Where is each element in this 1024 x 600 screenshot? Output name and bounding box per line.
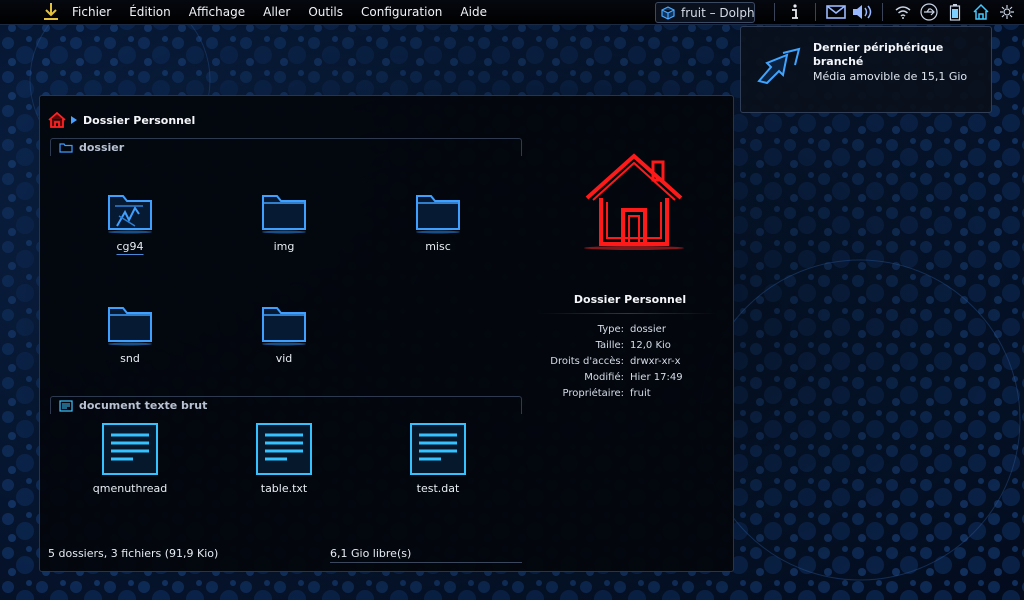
info-row-permissions: Droits d'accès: drwxr-xr-x	[540, 354, 683, 370]
file-item-label: vid	[275, 352, 293, 365]
menu-edition[interactable]: Édition	[120, 1, 180, 23]
info-value: Hier 17:49	[630, 372, 683, 383]
info-row-size: Taille: 12,0 Kio	[540, 338, 683, 354]
cube-icon	[661, 5, 675, 20]
info-icon[interactable]	[784, 1, 806, 23]
home-icon[interactable]	[970, 1, 992, 23]
info-panel-details: Type: dossier Taille: 12,0 Kio Droits d'…	[540, 322, 683, 402]
file-manager-window: Dossier Personnel dossier cg94 img misc …	[39, 95, 734, 572]
status-summary: 5 dossiers, 3 fichiers (91,9 Kio)	[48, 547, 219, 560]
app-menu-icon[interactable]	[38, 1, 64, 23]
group-header-dossier: dossier	[50, 138, 522, 156]
menu-outils[interactable]: Outils	[299, 1, 352, 23]
info-key: Droits d'accès:	[550, 356, 624, 367]
home-large-icon	[584, 153, 684, 250]
wifi-icon[interactable]	[892, 1, 914, 23]
menu-aller[interactable]: Aller	[254, 1, 299, 23]
group-header-text: document texte brut	[50, 396, 522, 414]
file-item[interactable]: qmenuthread	[75, 423, 185, 495]
text-file-icon	[229, 423, 339, 476]
file-item-label: misc	[425, 240, 451, 253]
text-file-icon	[75, 423, 185, 476]
text-file-small-icon	[59, 399, 73, 412]
folder-icon	[229, 296, 339, 346]
folder-icon	[383, 184, 493, 234]
info-value: fruit	[630, 388, 651, 399]
removable-media-icon	[757, 47, 801, 85]
folder-special-icon	[75, 184, 185, 234]
folder-icon	[229, 184, 339, 234]
folder-icon	[75, 296, 185, 346]
menu-fichier[interactable]: Fichier	[70, 1, 120, 23]
top-panel: Fichier Édition Affichage Aller Outils C…	[0, 0, 1024, 25]
group-header-label: document texte brut	[79, 399, 208, 412]
file-item[interactable]: misc	[383, 184, 493, 253]
info-row-type: Type: dossier	[540, 322, 683, 338]
group-header-label: dossier	[79, 141, 125, 154]
info-key: Taille:	[595, 340, 624, 351]
notification-body: Média amovible de 15,1 Gio	[813, 70, 968, 83]
menu-configuration[interactable]: Configuration	[352, 1, 451, 23]
file-item-label: snd	[120, 352, 140, 365]
info-value: 12,0 Kio	[630, 340, 671, 351]
file-item[interactable]: snd	[75, 296, 185, 365]
file-item-label: qmenuthread	[92, 482, 168, 495]
device-notification[interactable]: Dernier périphérique branché Média amovi…	[740, 26, 992, 113]
battery-icon[interactable]	[944, 1, 966, 23]
home-red-icon	[48, 112, 66, 128]
mail-icon[interactable]	[825, 1, 847, 23]
file-item[interactable]: test.dat	[383, 423, 493, 495]
volume-icon[interactable]	[851, 1, 873, 23]
file-item-label: img	[273, 240, 295, 253]
menu-affichage[interactable]: Affichage	[180, 1, 254, 23]
info-key: Modifié:	[584, 372, 624, 383]
info-panel-title: Dossier Personnel	[573, 293, 687, 306]
menu-aide[interactable]: Aide	[451, 1, 496, 23]
file-item-label: table.txt	[260, 482, 308, 495]
file-item-label: test.dat	[416, 482, 460, 495]
info-value: drwxr-xr-x	[630, 356, 681, 367]
file-item[interactable]: vid	[229, 296, 339, 365]
file-item[interactable]: img	[229, 184, 339, 253]
info-row-owner: Propriétaire: fruit	[540, 386, 683, 402]
task-label: fruit – Dolphin	[681, 5, 755, 20]
file-item[interactable]: cg94	[75, 184, 185, 253]
breadcrumb[interactable]: Dossier Personnel	[48, 112, 195, 128]
info-row-modified: Modifié: Hier 17:49	[540, 370, 683, 386]
dashboard-icon[interactable]	[996, 1, 1018, 23]
file-item-label: cg94	[116, 240, 144, 253]
info-panel-divider	[538, 313, 718, 314]
text-file-icon	[383, 423, 493, 476]
file-item[interactable]: table.txt	[229, 423, 339, 495]
status-free-space[interactable]: 6,1 Gio libre(s)	[330, 547, 522, 563]
usb-icon[interactable]	[918, 1, 940, 23]
menu-bar: Fichier Édition Affichage Aller Outils C…	[70, 1, 496, 23]
system-tray	[767, 0, 1024, 24]
notification-title: Dernier périphérique branché	[813, 41, 944, 68]
breadcrumb-arrow-icon	[71, 116, 77, 124]
info-value: dossier	[630, 324, 666, 335]
taskbar-task-dolphin[interactable]: fruit – Dolphin	[655, 2, 755, 23]
breadcrumb-label: Dossier Personnel	[83, 113, 196, 127]
info-key: Propriétaire:	[562, 388, 625, 399]
folder-small-icon	[59, 142, 73, 153]
info-key: Type:	[597, 324, 624, 335]
